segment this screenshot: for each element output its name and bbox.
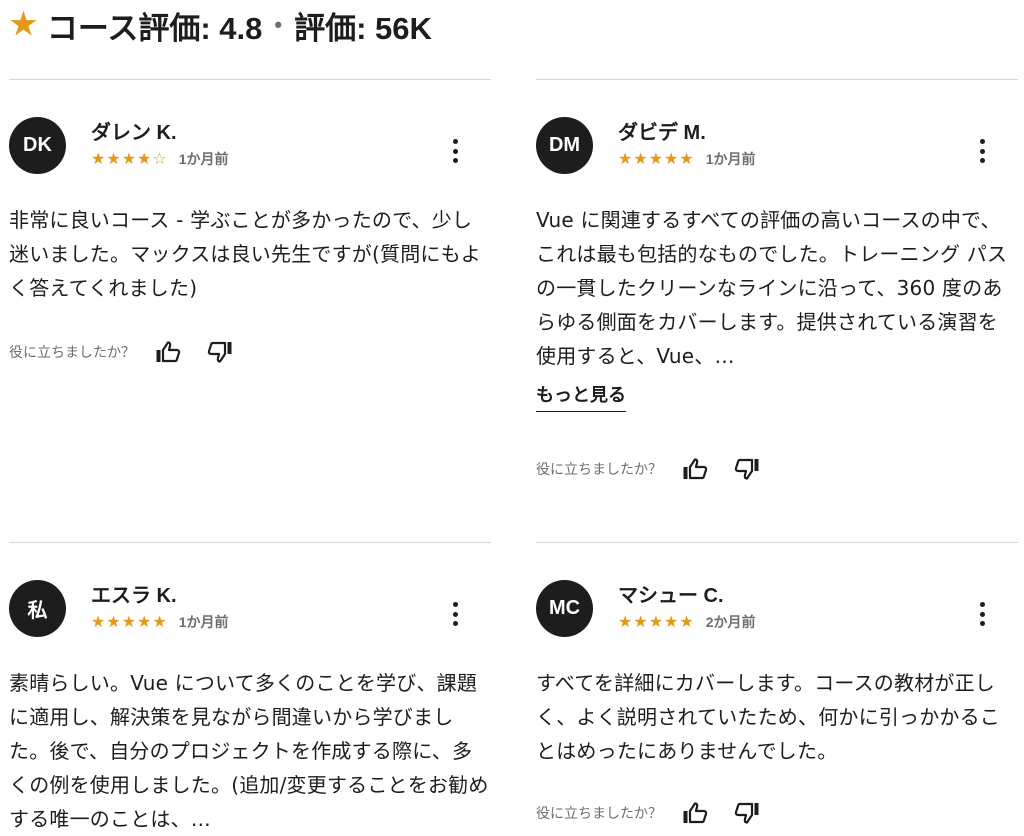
more-options-icon[interactable] — [972, 600, 992, 628]
review-text: 素晴らしい。Vue について多くのことを学び、課題に適用し、解決策を見ながら間違… — [9, 671, 489, 831]
star-icon: ★ — [106, 612, 121, 631]
avatar: DK — [9, 117, 66, 174]
reviewer-name: エスラ K. — [91, 585, 177, 607]
star-icon: ★ — [633, 149, 648, 168]
star-icon: ★ — [679, 612, 694, 631]
star-icon: ★ — [106, 149, 121, 168]
review-text: 非常に良いコース - 学ぶことが多かったので、少し迷いました。マックスは良い先生… — [9, 208, 482, 300]
star-icon: ★ — [152, 612, 167, 631]
review-text: すべてを詳細にカバーします。コースの教材が正しく、よく説明されていたため、何かに… — [536, 671, 1000, 763]
review-text: Vue に関連するすべての評価の高いコースの中で、これは最も包括的なものでした。… — [536, 208, 1008, 368]
show-more-link[interactable]: もっと見る — [536, 381, 626, 412]
thumbs-up-icon[interactable] — [680, 798, 710, 828]
reviewer-name: ダビデ M. — [618, 122, 706, 144]
star-rating: ★ ★ ★ ★ ☆ — [91, 151, 167, 167]
course-rating: コース評価: 4.8 — [46, 10, 263, 46]
review-card: MC マシュー C. ★ ★ ★ ★ ★ 2か月前 すべてを詳細にカバーします。… — [536, 542, 1018, 830]
review-meta: ★ ★ ★ ★ ★ 1か月前 — [91, 612, 229, 632]
star-icon: ★ — [664, 149, 679, 168]
star-icon: ★ — [121, 612, 137, 631]
review-card: DM ダビデ M. ★ ★ ★ ★ ★ 1か月前 Vue に関連するすべての評価… — [536, 79, 1018, 499]
avatar: MC — [536, 580, 593, 637]
star-icon: ★ — [633, 612, 648, 631]
helpful-question: 役に立ちましたか？ — [9, 345, 135, 361]
divider — [536, 542, 1018, 543]
helpful-row: 役に立ちましたか？ — [9, 337, 257, 367]
star-icon: ★ — [648, 149, 664, 168]
more-options-icon[interactable] — [972, 137, 992, 165]
thumbs-down-icon[interactable] — [205, 337, 235, 367]
helpful-row: 役に立ちましたか？ — [536, 454, 784, 484]
thumbs-down-icon[interactable] — [732, 798, 762, 828]
thumbs-up-icon[interactable] — [680, 454, 710, 484]
more-options-icon[interactable] — [445, 137, 465, 165]
divider — [536, 79, 1018, 80]
star-rating: ★ ★ ★ ★ ★ — [618, 614, 694, 630]
star-icon: ★ — [137, 149, 152, 168]
star-icon: ★ — [121, 149, 137, 168]
star-icon: ★ — [679, 149, 694, 168]
star-icon: ★ — [618, 149, 633, 168]
review-date: 1か月前 — [178, 151, 229, 167]
helpful-row: 役に立ちましたか？ — [536, 798, 784, 828]
divider — [9, 542, 491, 543]
star-icon: ★ — [664, 612, 679, 631]
more-options-icon[interactable] — [445, 600, 465, 628]
star-empty-icon: ☆ — [152, 149, 167, 168]
reviewer-name: マシュー C. — [618, 585, 724, 607]
helpful-question: 役に立ちましたか？ — [536, 806, 662, 822]
star-rating: ★ ★ ★ ★ ★ — [91, 614, 167, 630]
star-icon: ★ — [91, 149, 106, 168]
rating-count: 評価: 56K — [294, 10, 432, 46]
course-rating-header: ★ コース評価: 4.8 • 評価: 56K — [10, 2, 432, 48]
review-date: 1か月前 — [705, 151, 756, 167]
star-icon: ★ — [10, 8, 37, 41]
thumbs-up-icon[interactable] — [153, 337, 183, 367]
review-card: DK ダレン K. ★ ★ ★ ★ ☆ 1か月前 非常に良いコース - 学ぶこと… — [9, 79, 491, 419]
review-date: 1か月前 — [178, 614, 229, 630]
star-rating: ★ ★ ★ ★ ★ — [618, 151, 694, 167]
reviewer-name: ダレン K. — [91, 122, 177, 144]
review-meta: ★ ★ ★ ★ ★ 1か月前 — [618, 149, 756, 169]
avatar: DM — [536, 117, 593, 174]
star-icon: ★ — [91, 612, 106, 631]
star-icon: ★ — [618, 612, 633, 631]
thumbs-down-icon[interactable] — [732, 454, 762, 484]
star-icon: ★ — [648, 612, 664, 631]
review-meta: ★ ★ ★ ★ ☆ 1か月前 — [91, 149, 229, 169]
star-icon: ★ — [137, 612, 152, 631]
review-card: 私 エスラ K. ★ ★ ★ ★ ★ 1か月前 素晴らしい。Vue について多く… — [9, 542, 491, 831]
review-meta: ★ ★ ★ ★ ★ 2か月前 — [618, 612, 756, 632]
separator-dot: • — [274, 12, 283, 37]
divider — [9, 79, 491, 80]
avatar: 私 — [9, 580, 66, 637]
helpful-question: 役に立ちましたか？ — [536, 462, 662, 478]
review-date: 2か月前 — [705, 614, 756, 630]
